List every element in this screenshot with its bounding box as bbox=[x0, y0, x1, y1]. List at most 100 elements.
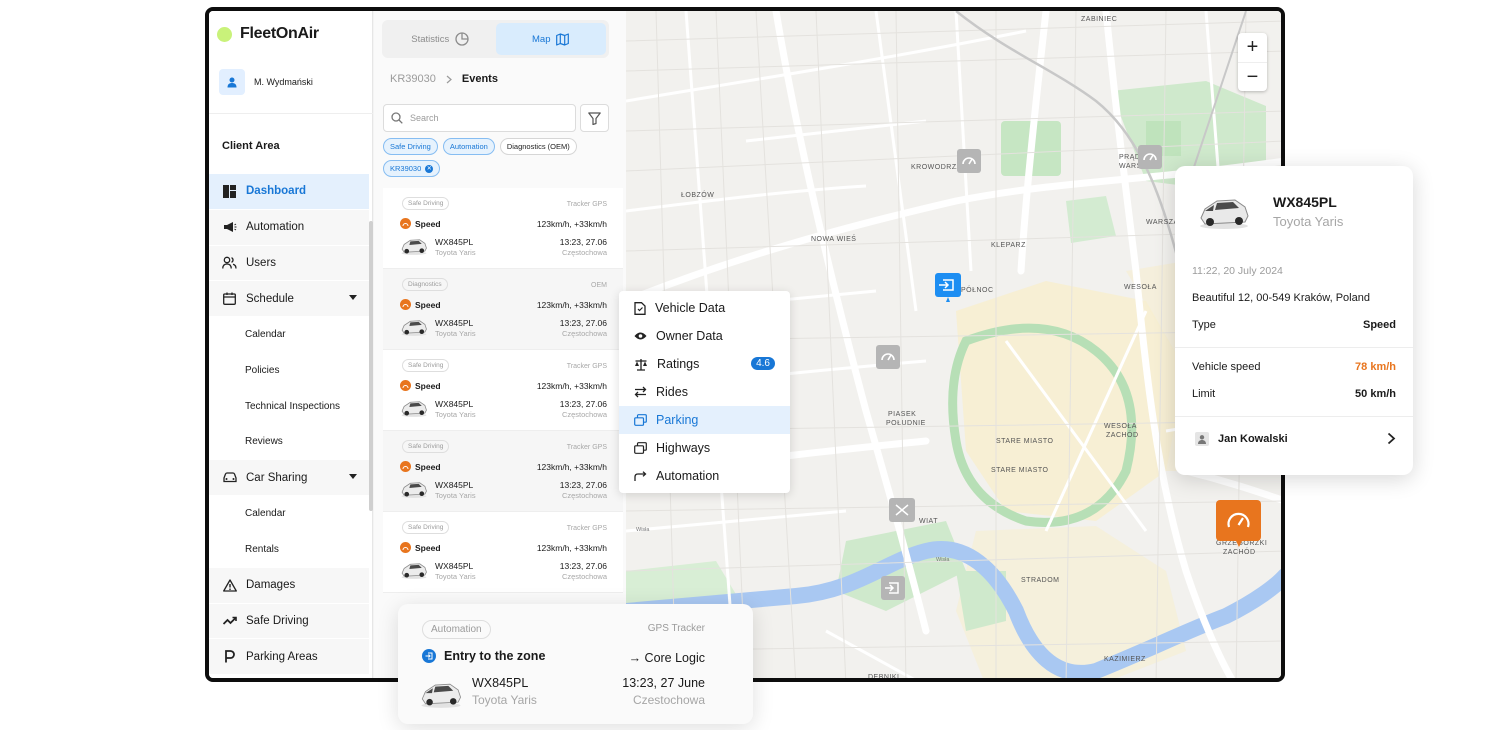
sidebar-item-car-sharing[interactable]: Car Sharing bbox=[209, 460, 369, 497]
svg-text:POŁUDNIE: POŁUDNIE bbox=[886, 420, 926, 427]
svg-text:PÓŁNOC: PÓŁNOC bbox=[961, 285, 994, 294]
event-card[interactable]: Safe Driving Tracker GPS Speed 123km/h, +33… bbox=[383, 188, 623, 269]
chevron-right-icon[interactable] bbox=[1387, 432, 1396, 445]
caret-down-icon bbox=[349, 474, 357, 480]
event-type: Speed bbox=[400, 542, 441, 553]
marker-event bbox=[889, 498, 915, 522]
menu-item-rides[interactable]: Rides bbox=[619, 378, 790, 406]
chip-diagnostics[interactable]: Diagnostics (OEM) bbox=[499, 138, 577, 155]
event-logic: → Core Logic bbox=[628, 651, 705, 665]
event-city: Częstochowa bbox=[561, 572, 607, 581]
chip-safe-driving[interactable]: Safe Driving bbox=[383, 138, 438, 155]
tab-map[interactable]: Map bbox=[495, 23, 606, 55]
svg-text:ZACHÓD: ZACHÓD bbox=[1223, 547, 1256, 556]
zoom-out-button[interactable]: − bbox=[1238, 62, 1267, 91]
trend-icon bbox=[222, 613, 237, 628]
eye-icon bbox=[634, 332, 647, 340]
divider bbox=[1175, 416, 1413, 417]
event-card[interactable]: Safe Driving Tracker GPS Speed 123km/h, +33… bbox=[383, 350, 623, 431]
filter-button[interactable] bbox=[580, 104, 609, 132]
event-title: Entry to the zone bbox=[422, 649, 545, 663]
sidebar-item-parking-areas[interactable]: Parking Areas bbox=[209, 639, 369, 676]
chip-vehicle[interactable]: KR39030 ✕ bbox=[383, 160, 441, 178]
sidebar-item-calendar[interactable]: Calendar bbox=[209, 317, 369, 353]
chip-automation[interactable]: Automation bbox=[442, 138, 495, 155]
tab-statistics[interactable]: Statistics bbox=[385, 23, 496, 55]
event-datetime: 11:22, 20 July 2024 bbox=[1192, 265, 1283, 277]
event-card[interactable]: Safe Driving Tracker GPS Speed 123km/h, +33… bbox=[383, 512, 623, 593]
sidebar-item-technical-inspections[interactable]: Technical Inspections bbox=[209, 388, 369, 425]
sidebar-item-automation[interactable]: Automation bbox=[209, 209, 369, 246]
brand-logo[interactable]: FleetOnAir bbox=[217, 25, 319, 43]
vehicle-plate: WX845PL bbox=[435, 318, 474, 328]
menu-item-parking[interactable]: Parking bbox=[619, 406, 790, 434]
chip-label: KR39030 bbox=[390, 164, 422, 173]
sidebar-item-rentals[interactable]: Rentals bbox=[209, 531, 369, 568]
events-panel: Statistics Map KR39030 Events Search Saf… bbox=[374, 11, 626, 678]
vehicle-plate: WX845PL bbox=[435, 561, 474, 571]
sidebar-item-label: Technical Inspections bbox=[245, 400, 341, 412]
svg-text:WESOŁA: WESOŁA bbox=[1124, 284, 1157, 291]
zoom-controls: + − bbox=[1238, 33, 1267, 91]
speedometer-icon bbox=[400, 542, 411, 553]
sidebar-item-label: Schedule bbox=[246, 292, 294, 305]
menu-item-highways[interactable]: Highways bbox=[619, 434, 790, 462]
car-image bbox=[1200, 199, 1249, 229]
event-city: Częstochowa bbox=[561, 248, 607, 257]
menu-item-owner-data[interactable]: Owner Data bbox=[619, 322, 790, 350]
sidebar-item-reviews[interactable]: Reviews bbox=[209, 424, 369, 461]
menu-item-label: Rides bbox=[656, 385, 688, 399]
file-icon bbox=[634, 301, 646, 315]
event-type-label: Speed bbox=[415, 380, 441, 391]
sidebar-item-calendar-sharing[interactable]: Calendar bbox=[209, 496, 369, 532]
event-source: Tracker GPS bbox=[566, 444, 607, 451]
menu-item-label: Automation bbox=[656, 469, 720, 483]
sidebar-item-label: Dashboard bbox=[246, 185, 307, 198]
menu-item-label: Parking bbox=[656, 413, 699, 427]
driver-link[interactable]: Jan Kowalski bbox=[1195, 432, 1288, 446]
driver-name: Jan Kowalski bbox=[1218, 433, 1288, 445]
limit-row: Limit 50 km/h bbox=[1192, 388, 1396, 400]
type-row: Type Speed bbox=[1192, 319, 1396, 331]
user-profile[interactable]: M. Wydmański bbox=[219, 69, 313, 95]
zoom-in-button[interactable]: + bbox=[1238, 33, 1267, 62]
sidebar-item-label: Policies bbox=[245, 364, 280, 376]
automation-event-popup[interactable]: Automation GPS Tracker Entry to the zone… bbox=[398, 604, 753, 724]
sidebar-item-dashboard[interactable]: Dashboard bbox=[209, 174, 369, 210]
section-title: Client Area bbox=[222, 140, 280, 152]
speedometer-icon bbox=[400, 461, 411, 472]
event-speed: 123km/h, +33km/h bbox=[536, 219, 607, 229]
event-source: Tracker GPS bbox=[566, 363, 607, 370]
event-card[interactable]: Diagnostics OEM Speed 123km/h, +33km/h WX845… bbox=[383, 269, 623, 350]
breadcrumb-parent[interactable]: KR39030 bbox=[390, 73, 436, 85]
marker-speed-active bbox=[1216, 500, 1261, 547]
event-source: OEM bbox=[591, 282, 607, 289]
menu-item-ratings[interactable]: Ratings 4.6 bbox=[619, 350, 790, 378]
chevron-right-icon bbox=[446, 75, 452, 83]
limit-value: 50 km/h bbox=[1355, 388, 1396, 400]
sidebar-scrollbar[interactable] bbox=[369, 221, 373, 511]
marker-speed bbox=[1138, 145, 1162, 169]
event-time: 13:23, 27.06 bbox=[559, 399, 607, 409]
sidebar-item-safe-driving[interactable]: Safe Driving bbox=[209, 603, 369, 640]
breadcrumb: KR39030 Events bbox=[390, 73, 498, 85]
driver-avatar-icon bbox=[1195, 432, 1209, 446]
marker-entry bbox=[881, 576, 905, 600]
sidebar-item-schedule[interactable]: Schedule bbox=[209, 281, 369, 318]
search-input[interactable]: Search bbox=[383, 104, 576, 132]
sidebar-item-label: Users bbox=[246, 256, 277, 269]
menu-item-vehicle-data[interactable]: Vehicle Data bbox=[619, 294, 790, 322]
menu-item-automation[interactable]: Automation bbox=[619, 462, 790, 490]
brand-name: FleetOnAir bbox=[240, 25, 319, 42]
event-list: Safe Driving Tracker GPS Speed 123km/h, +33… bbox=[383, 188, 623, 593]
svg-text:Wisła: Wisła bbox=[636, 527, 650, 533]
tab-label: Statistics bbox=[411, 33, 450, 45]
close-icon[interactable]: ✕ bbox=[425, 165, 434, 174]
event-speed: 123km/h, +33km/h bbox=[536, 300, 607, 310]
event-card[interactable]: Safe Driving Tracker GPS Speed 123km/h, +33… bbox=[383, 431, 623, 512]
sidebar-item-users[interactable]: Users bbox=[209, 245, 369, 282]
sidebar-item-damages[interactable]: Damages bbox=[209, 567, 369, 604]
car-image bbox=[421, 683, 461, 708]
sidebar-item-policies[interactable]: Policies bbox=[209, 352, 369, 389]
event-time: 13:23, 27.06 bbox=[559, 237, 607, 247]
